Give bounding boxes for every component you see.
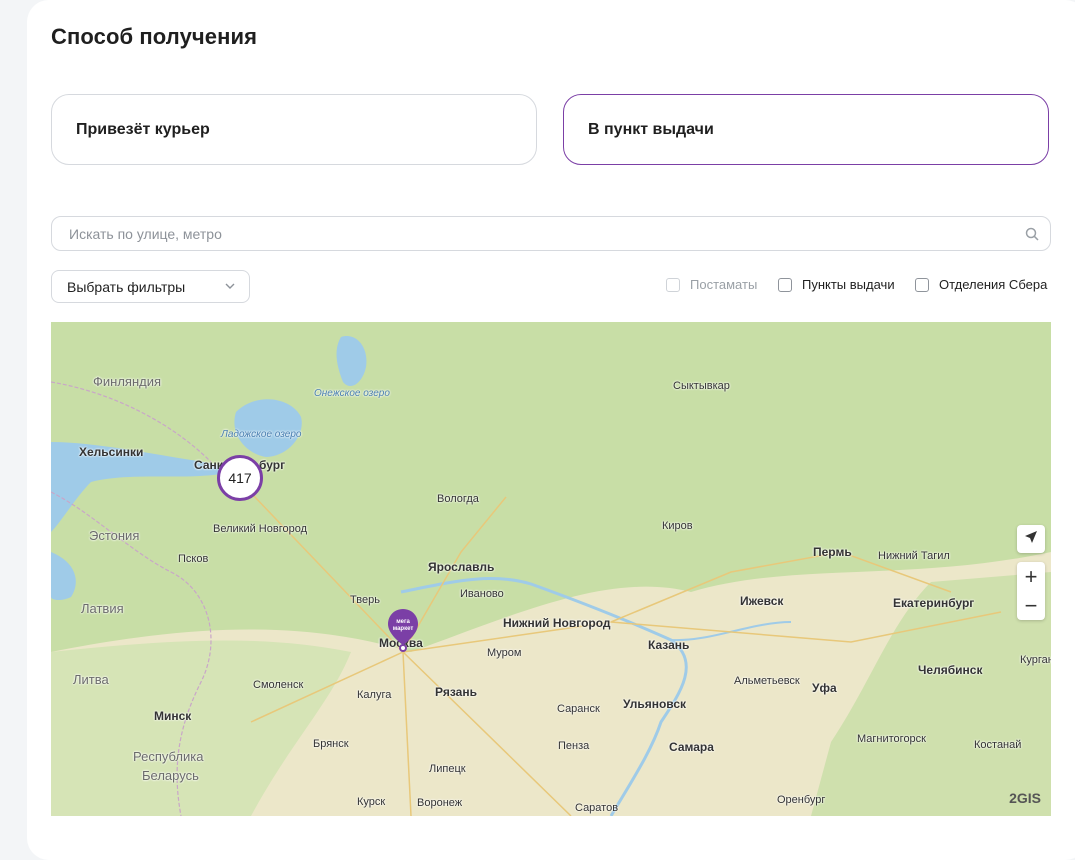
map-label-finland: Финляндия — [93, 374, 162, 389]
map-label-kazan: Казань — [648, 638, 690, 652]
pickup-option-button[interactable]: В пункт выдачи — [563, 94, 1049, 165]
map-label-voronezh: Воронеж — [417, 797, 463, 809]
map-label-orenburg: Оренбург — [777, 794, 826, 806]
checkbox-pickup-points[interactable]: Пункты выдачи — [778, 277, 895, 292]
map-label-ryazan: Рязань — [435, 685, 477, 699]
map-label-lithuania: Литва — [73, 672, 109, 687]
map-label-samara: Самара — [669, 740, 714, 754]
map-view[interactable]: Финляндия Хельсинки Эстония Латвия Литва… — [51, 322, 1051, 816]
map-label-ntagil: Нижний Тагил — [878, 550, 950, 562]
map-label-helsinki: Хельсинки — [79, 445, 144, 459]
map-label-smolensk: Смоленск — [253, 679, 304, 691]
pickup-cluster-marker[interactable]: 417 — [217, 455, 263, 501]
map-label-nnovgorod: Нижний Новгород — [503, 616, 611, 630]
checkbox-label: Отделения Сбера — [939, 277, 1048, 292]
map-label-saransk: Саранск — [557, 703, 600, 715]
map-label-novgorod: Великий Новгород — [213, 523, 308, 535]
map-label-almetyevsk: Альметьевск — [734, 675, 800, 687]
map-label-kursk: Курск — [357, 796, 386, 808]
cluster-count: 417 — [228, 470, 252, 486]
checkbox-postamats[interactable]: Постаматы — [666, 277, 757, 292]
minus-icon: − — [1024, 592, 1038, 618]
checkbox-sber-branches[interactable]: Отделения Сбера — [915, 277, 1047, 292]
zoom-control: + − — [1017, 562, 1045, 620]
checkbox-box[interactable] — [666, 277, 680, 292]
pickup-option-label: В пункт выдачи — [588, 120, 714, 138]
map-label-kirov: Киров — [662, 520, 693, 532]
checkbox-label: Пункты выдачи — [802, 277, 895, 292]
map-label-kurgan: Курган — [1020, 654, 1051, 666]
map-label-saratov: Саратов — [575, 802, 619, 814]
locate-me-button[interactable] — [1017, 525, 1045, 553]
map-label-perm: Пермь — [813, 545, 852, 559]
search-box — [51, 216, 1051, 251]
map-label-minsk: Минск — [154, 709, 192, 723]
map-label-bryansk: Брянск — [313, 738, 349, 750]
map-label-kostanay: Костанай — [974, 739, 1022, 751]
checkbox-box[interactable] — [915, 277, 929, 292]
svg-text:маркет: маркет — [393, 626, 414, 632]
navigation-arrow-icon — [1024, 530, 1038, 549]
map-label-yaroslavl: Ярославль — [428, 560, 495, 574]
chevron-down-icon — [223, 279, 237, 296]
map-label-estonia: Эстония — [89, 528, 140, 543]
map-provider-logo: 2GIS — [1009, 790, 1041, 806]
map-label-belarus-2: Беларусь — [142, 768, 199, 783]
filters-dropdown-label: Выбрать фильтры — [67, 278, 186, 295]
map-label-onega: Онежское озеро — [314, 388, 390, 399]
checkbox-box[interactable] — [778, 277, 792, 292]
plus-icon: + — [1024, 563, 1038, 589]
zoom-out-button[interactable]: − — [1017, 591, 1045, 620]
map-label-chelyabinsk: Челябинск — [918, 663, 983, 677]
map-label-ufa: Уфа — [812, 681, 837, 695]
map-label-ulyanovsk: Ульяновск — [623, 697, 687, 711]
search-input[interactable] — [67, 224, 1014, 243]
courier-option-button[interactable]: Привезёт курьер — [51, 94, 537, 165]
map-label-magnitogorsk: Магнитогорск — [857, 733, 926, 745]
map-label-pskov: Псков — [178, 553, 209, 565]
courier-option-label: Привезёт курьер — [76, 120, 210, 138]
checkbox-label: Постаматы — [690, 277, 758, 292]
page-title: Способ получения — [51, 24, 258, 49]
map-label-lipetsk: Липецк — [429, 763, 466, 775]
filters-dropdown[interactable]: Выбрать фильтры — [51, 270, 250, 303]
map-label-tver: Тверь — [350, 594, 380, 606]
map-label-spb-right: бург — [259, 458, 286, 472]
map-label-syktyvkar: Сыктывкар — [673, 380, 730, 392]
map-label-kaluga: Калуга — [357, 689, 392, 701]
map-label-ekb: Екатеринбург — [893, 596, 975, 610]
map-label-ladoga: Ладожское озеро — [221, 429, 302, 440]
zoom-in-button[interactable]: + — [1017, 562, 1045, 591]
svg-text:мега: мега — [396, 619, 410, 625]
map-label-izhevsk: Ижевск — [740, 594, 784, 608]
map-label-penza: Пенза — [558, 740, 590, 752]
map-label-vologda: Вологда — [437, 493, 479, 505]
map-label-murom: Муром — [487, 647, 522, 659]
map-label-belarus-1: Республика — [133, 749, 204, 764]
map-label-ivanovo: Иваново — [460, 588, 504, 600]
map-label-latvia: Латвия — [81, 601, 124, 616]
megamarket-pin-icon[interactable]: мега маркет — [386, 607, 420, 658]
search-icon[interactable] — [1014, 227, 1050, 241]
